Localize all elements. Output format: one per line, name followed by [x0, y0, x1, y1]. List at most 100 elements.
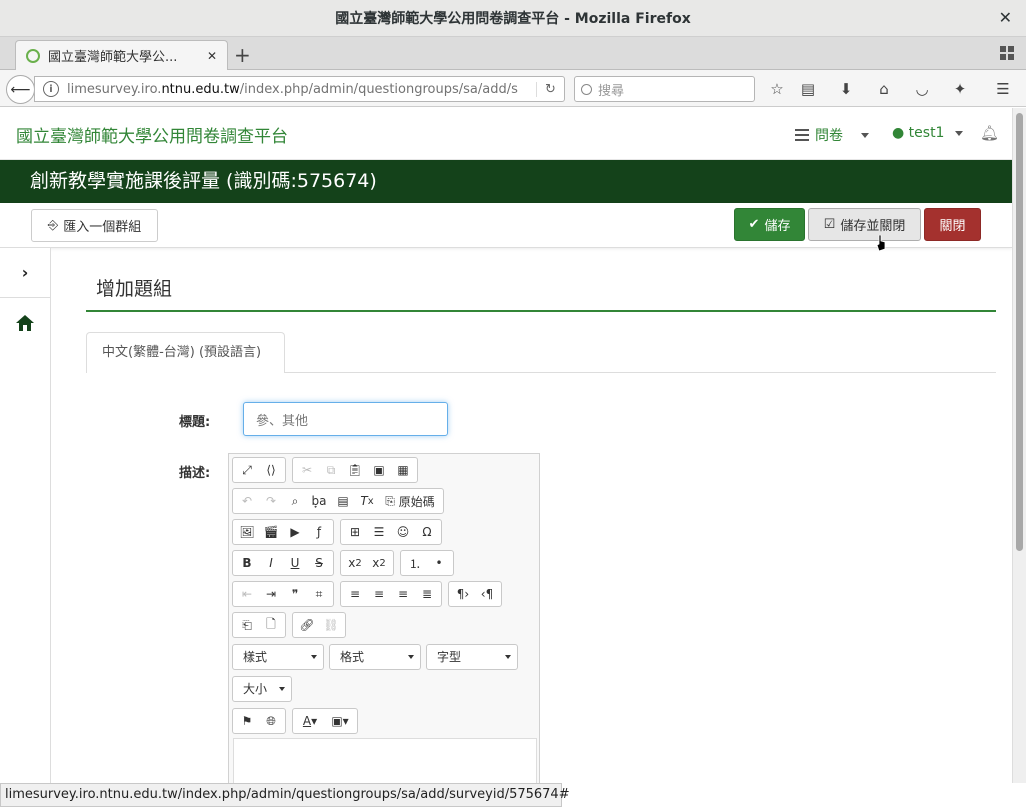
save-button[interactable]: ✔ 儲存 [734, 208, 805, 241]
italic-icon[interactable]: I [259, 552, 283, 574]
flash-icon[interactable]: ƒ [307, 521, 331, 543]
tab-close-icon[interactable]: ✕ [207, 49, 217, 63]
toolbar-group-table: ⊞ ☰ ☺ Ω [340, 519, 442, 545]
save-and-close-button[interactable]: ☑ 儲存並關閉 [808, 208, 921, 241]
window-titlebar: 國立臺灣師範大學公用問卷調查平台 - Mozilla Firefox ✕ [0, 0, 1026, 37]
hamburger-menu-icon[interactable]: ☰ [993, 79, 1013, 99]
paste-text-icon[interactable]: ▣ [367, 459, 391, 481]
underline-icon[interactable]: U [283, 552, 307, 574]
home-icon[interactable]: ⌂ [874, 79, 894, 99]
styles-dropdown[interactable]: 樣式 [232, 644, 324, 670]
smiley-icon[interactable]: ☺ [391, 521, 415, 543]
align-justify-icon[interactable]: ≣ [415, 583, 439, 605]
toolbar-group-align: ≡ ≡ ≡ ≣ [340, 581, 442, 607]
import-group-button[interactable]: ⎆ 匯入一個群組 [31, 209, 158, 242]
font-dropdown-label: 字型 [437, 650, 462, 664]
browser-tab[interactable]: 國立臺灣師範大學公... ✕ [15, 40, 228, 70]
special-char-icon[interactable]: Ω [415, 521, 439, 543]
numbered-list-icon[interactable]: ⒈ [403, 552, 427, 574]
info-icon[interactable]: i [43, 81, 59, 97]
flag-anchor-icon[interactable]: ⚑ [235, 710, 259, 732]
paste-icon[interactable]: 📋︎ [343, 459, 367, 481]
title-input[interactable] [243, 402, 448, 436]
font-dropdown[interactable]: 字型 [426, 644, 518, 670]
download-icon[interactable]: ⬇ [836, 79, 856, 99]
bell-icon[interactable]: 🔔︎ [980, 124, 999, 142]
align-right-icon[interactable]: ≡ [391, 583, 415, 605]
window-close-icon[interactable]: ✕ [999, 8, 1012, 27]
source-button[interactable]: ⎘ 原始碼 [379, 490, 441, 512]
video-icon[interactable]: 🎬︎ [259, 521, 283, 543]
table-icon[interactable]: ⊞ [343, 521, 367, 543]
horizontal-rule-icon[interactable]: ☰ [367, 521, 391, 543]
tab-underline [285, 372, 996, 373]
replace-icon[interactable]: b͎a [307, 490, 331, 512]
background-color-icon[interactable]: ▣▾ [325, 710, 355, 732]
search-bar[interactable]: 搜尋 [574, 76, 755, 102]
superscript-icon[interactable]: x2 [367, 552, 391, 574]
user-menu[interactable]: ● test1 [892, 125, 963, 141]
styles-dropdown-label: 樣式 [243, 650, 268, 664]
title-label: 標題: [179, 415, 211, 430]
tab-overview-icon[interactable] [1000, 46, 1014, 60]
find-icon[interactable]: ⌕ [283, 490, 307, 512]
indent-icon[interactable]: ⇥ [259, 583, 283, 605]
outdent-icon[interactable]: ⇤ [235, 583, 259, 605]
undo-icon[interactable]: ↶ [235, 490, 259, 512]
scrollbar-thumb[interactable] [1016, 113, 1023, 551]
reload-icon[interactable]: ↻ [536, 81, 564, 97]
template-icon[interactable]: ⟨⟩ [259, 459, 283, 481]
reading-list-icon[interactable]: ▤ [798, 79, 818, 99]
page-scrollbar[interactable] [1012, 108, 1026, 783]
window-title: 國立臺灣師範大學公用問卷調查平台 - Mozilla Firefox [335, 11, 691, 27]
page-title: 增加題組 [86, 274, 996, 312]
bulleted-list-icon[interactable]: • [427, 552, 451, 574]
redo-icon[interactable]: ↷ [259, 490, 283, 512]
cut-icon[interactable]: ✂ [295, 459, 319, 481]
site-brand[interactable]: 國立臺灣師範大學公用問卷調查平台 [16, 122, 288, 147]
page-break-icon[interactable]: ⎗ [235, 614, 259, 636]
bold-icon[interactable]: B [235, 552, 259, 574]
toolbar-group-link: 🔗︎ ⛓ [292, 612, 346, 638]
strikethrough-icon[interactable]: S [307, 552, 331, 574]
surveys-menu[interactable]: 問卷 [795, 125, 869, 145]
document-icon[interactable]: 🗋︎ [259, 614, 283, 636]
bookmark-star-icon[interactable]: ☆ [767, 79, 787, 99]
text-color-icon[interactable]: A ▾ [295, 710, 325, 732]
back-button[interactable]: ⟵ [6, 75, 35, 104]
remove-format-icon[interactable]: Tx [355, 490, 379, 512]
div-container-icon[interactable]: ⌗ [307, 583, 331, 605]
globe-icon[interactable]: 🌐︎ [259, 710, 283, 732]
unlink-icon[interactable]: ⛓ [319, 614, 343, 636]
maximize-icon[interactable]: ⤢ [235, 459, 259, 481]
copy-icon[interactable]: ⧉ [319, 459, 343, 481]
align-left-icon[interactable]: ≡ [343, 583, 367, 605]
select-all-icon[interactable]: ▤ [331, 490, 355, 512]
image-icon[interactable]: 🖼︎ [235, 521, 259, 543]
close-button[interactable]: 關閉 [924, 208, 981, 241]
paste-word-icon[interactable]: ▦ [391, 459, 415, 481]
url-text[interactable]: limesurvey.iro.ntnu.edu.tw/index.php/adm… [67, 82, 536, 97]
user-icon: ● [892, 125, 905, 141]
blockquote-icon[interactable]: ❞ [283, 583, 307, 605]
format-dropdown[interactable]: 格式 [329, 644, 421, 670]
pocket-icon[interactable]: ◡ [912, 79, 932, 99]
rtl-icon[interactable]: ‹¶ [475, 583, 499, 605]
link-icon[interactable]: 🔗︎ [295, 614, 319, 636]
side-panel: › [0, 248, 51, 783]
new-tab-button[interactable]: + [234, 43, 251, 67]
tab-language-default[interactable]: 中文(繁體-台灣) (預設語言) [86, 332, 285, 373]
ltr-icon[interactable]: ¶› [451, 583, 475, 605]
toolbar-group-list: ⒈ • [400, 550, 454, 576]
chevron-down-icon [279, 687, 285, 691]
extension-icon[interactable]: ✦ [950, 79, 970, 99]
app-navbar: 國立臺灣師範大學公用問卷調查平台 問卷 ● test1 🔔︎ [0, 108, 1012, 160]
size-dropdown[interactable]: 大小 [232, 676, 292, 702]
align-center-icon[interactable]: ≡ [367, 583, 391, 605]
sidebar-home-icon[interactable] [0, 308, 50, 338]
subscript-icon[interactable]: x2 [343, 552, 367, 574]
url-bar[interactable]: i limesurvey.iro.ntnu.edu.tw/index.php/a… [34, 76, 565, 102]
sidebar-toggle-chevron-right-icon[interactable]: › [0, 248, 50, 298]
browser-tab-label: 國立臺灣師範大學公... [48, 50, 178, 65]
youtube-icon[interactable]: ▶ [283, 521, 307, 543]
